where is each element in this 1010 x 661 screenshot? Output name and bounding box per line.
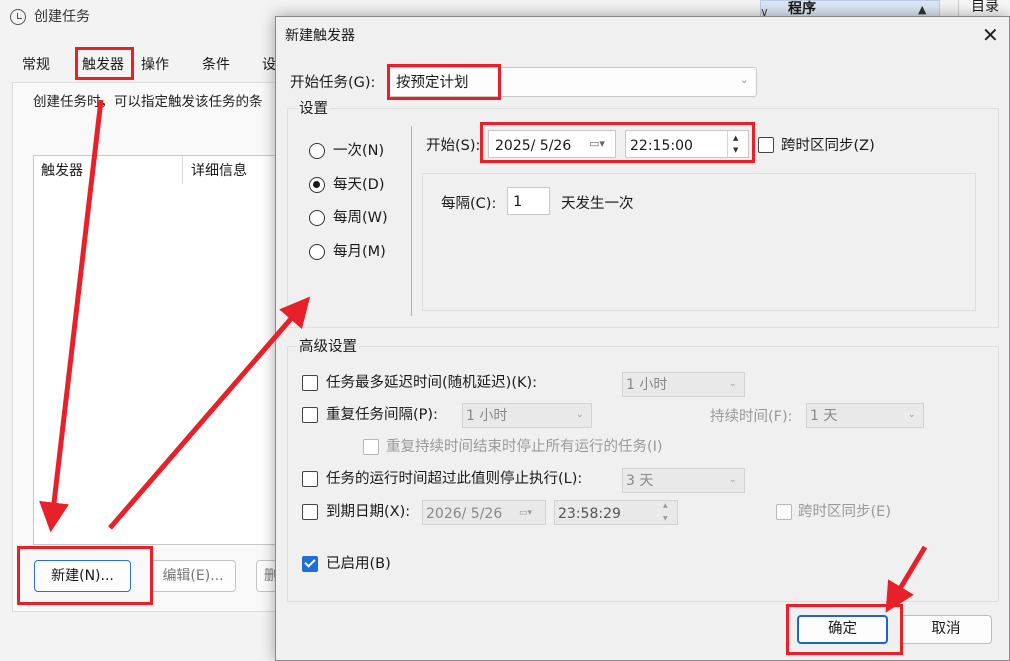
dialog-title: 新建触发器	[285, 28, 355, 44]
advanced-settings-label: 高级设置	[297, 339, 359, 355]
tab-bar: 常规 触发器 操作 条件 设	[12, 48, 282, 78]
expire-sync-label[interactable]: 跨时区同步(E)	[798, 505, 891, 520]
dropdown-arrow-icon: ⌄	[740, 75, 749, 86]
repeat-checkbox[interactable]	[302, 407, 318, 423]
expire-label[interactable]: 到期日期(X):	[326, 505, 410, 520]
highlight-new-button	[17, 546, 153, 605]
sync-timezone-label[interactable]: 跨时区同步(Z)	[781, 139, 875, 154]
stop-if-longer-value: 3 天	[626, 473, 654, 489]
radio-daily-label[interactable]: 每天(D)	[333, 178, 384, 193]
every-days-value: 1	[513, 194, 523, 210]
spin-down-icon[interactable]: ▼	[663, 516, 668, 522]
duration-value: 1 天	[810, 408, 838, 424]
tab-general[interactable]: 常规	[22, 58, 50, 72]
radio-monthly-label[interactable]: 每月(M)	[333, 245, 386, 260]
spin-up-icon[interactable]: ▲	[663, 503, 668, 509]
daily-options-panel	[422, 173, 976, 311]
sync-timezone-checkbox[interactable]	[758, 137, 774, 153]
right-panel-label[interactable]: 目录	[971, 0, 999, 14]
triggers-list[interactable]	[33, 155, 283, 545]
expire-checkbox[interactable]	[302, 504, 318, 520]
enabled-checkbox[interactable]	[302, 556, 318, 572]
radio-monthly[interactable]	[309, 244, 325, 260]
repeat-value: 1 小时	[466, 408, 508, 424]
clock-icon	[10, 9, 26, 25]
stop-if-longer-label[interactable]: 任务的运行时间超过此值则停止执行(L):	[326, 472, 582, 487]
stop-all-checkbox[interactable]	[363, 439, 379, 455]
stop-if-longer-checkbox[interactable]	[302, 471, 318, 487]
dropdown-arrow-icon: ⌄	[729, 379, 737, 389]
edit-trigger-button[interactable]: 编辑(E)...	[150, 560, 236, 592]
close-icon[interactable]: ✕	[982, 25, 999, 45]
background-window-title: 创建任务	[34, 9, 90, 25]
delay-checkbox[interactable]	[302, 375, 318, 391]
radio-daily[interactable]	[309, 177, 325, 193]
column-header-details[interactable]: 详细信息	[191, 164, 247, 178]
highlight-start-time	[480, 122, 755, 163]
column-header-label: 程序	[788, 1, 816, 17]
highlight-start-task	[387, 64, 501, 100]
radio-once[interactable]	[309, 143, 325, 159]
delay-label[interactable]: 任务最多延迟时间(随机延迟)(K):	[326, 376, 537, 391]
enabled-label[interactable]: 已启用(B)	[326, 557, 391, 572]
triggers-description: 创建任务时，可以指定触发该任务的条	[33, 94, 263, 110]
cancel-button[interactable]: 取消	[900, 615, 992, 644]
radio-weekly-label[interactable]: 每周(W)	[333, 211, 388, 226]
expire-sync-checkbox[interactable]	[776, 504, 792, 520]
expire-date-value: 2026/ 5/26	[426, 506, 503, 522]
tab-actions[interactable]: 操作	[141, 58, 169, 72]
every-label: 每隔(C):	[441, 196, 497, 212]
stop-all-label[interactable]: 重复持续时间结束时停止所有运行的任务(I)	[386, 440, 663, 455]
every-days-suffix: 天发生一次	[561, 196, 634, 212]
start-task-label: 开始任务(G):	[290, 75, 376, 91]
tab-settings[interactable]: 设	[262, 58, 276, 72]
expire-time-value: 23:58:29	[558, 506, 621, 522]
sort-up-icon[interactable]: ▲	[918, 4, 926, 15]
dropdown-arrow-icon: ⌄	[576, 410, 584, 420]
column-header-trigger[interactable]: 触发器	[41, 164, 83, 178]
dropdown-arrow-icon: ⌄	[729, 475, 737, 485]
tab-conditions[interactable]: 条件	[202, 58, 230, 72]
highlight-ok-button	[786, 604, 903, 655]
repeat-label[interactable]: 重复任务间隔(P):	[326, 408, 438, 423]
delay-value: 1 小时	[626, 377, 668, 393]
highlight-triggers-tab	[75, 47, 134, 80]
column-divider[interactable]	[182, 156, 183, 184]
radio-once-label[interactable]: 一次(N)	[333, 144, 384, 159]
settings-divider	[411, 126, 412, 316]
start-label: 开始(S):	[426, 138, 481, 154]
dropdown-arrow-icon: ⌄	[908, 410, 916, 420]
settings-label: 设置	[297, 101, 330, 117]
calendar-dropdown-icon: ▭▾	[519, 508, 533, 518]
duration-label: 持续时间(F):	[710, 409, 793, 425]
radio-weekly[interactable]	[309, 210, 325, 226]
